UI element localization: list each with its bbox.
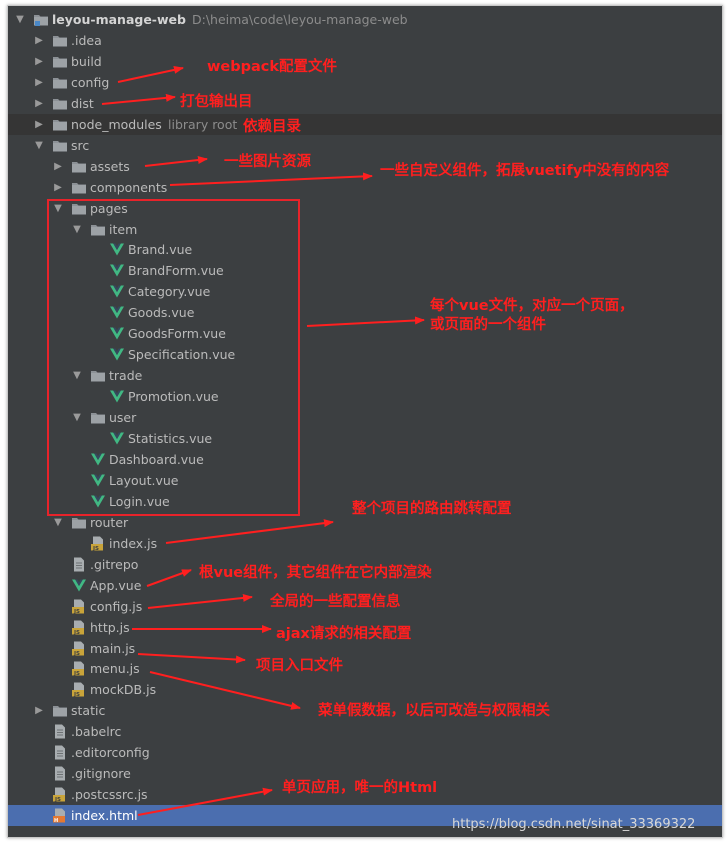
arrow-app-vue [146,569,192,587]
arrow-assets [144,156,208,167]
arrow-dist [101,93,176,105]
watermark: https://blog.csdn.net/sinat_33369322 [452,817,696,832]
arrow-config-js [147,593,253,609]
arrow-menu-js [149,671,301,710]
arrow-components [169,172,373,186]
arrow-pages [306,316,425,327]
annotation-arrows [101,65,425,816]
arrow-main-js [137,653,246,664]
arrow-config [117,65,184,83]
arrow-index-html [137,787,273,816]
arrow-router [165,519,334,544]
